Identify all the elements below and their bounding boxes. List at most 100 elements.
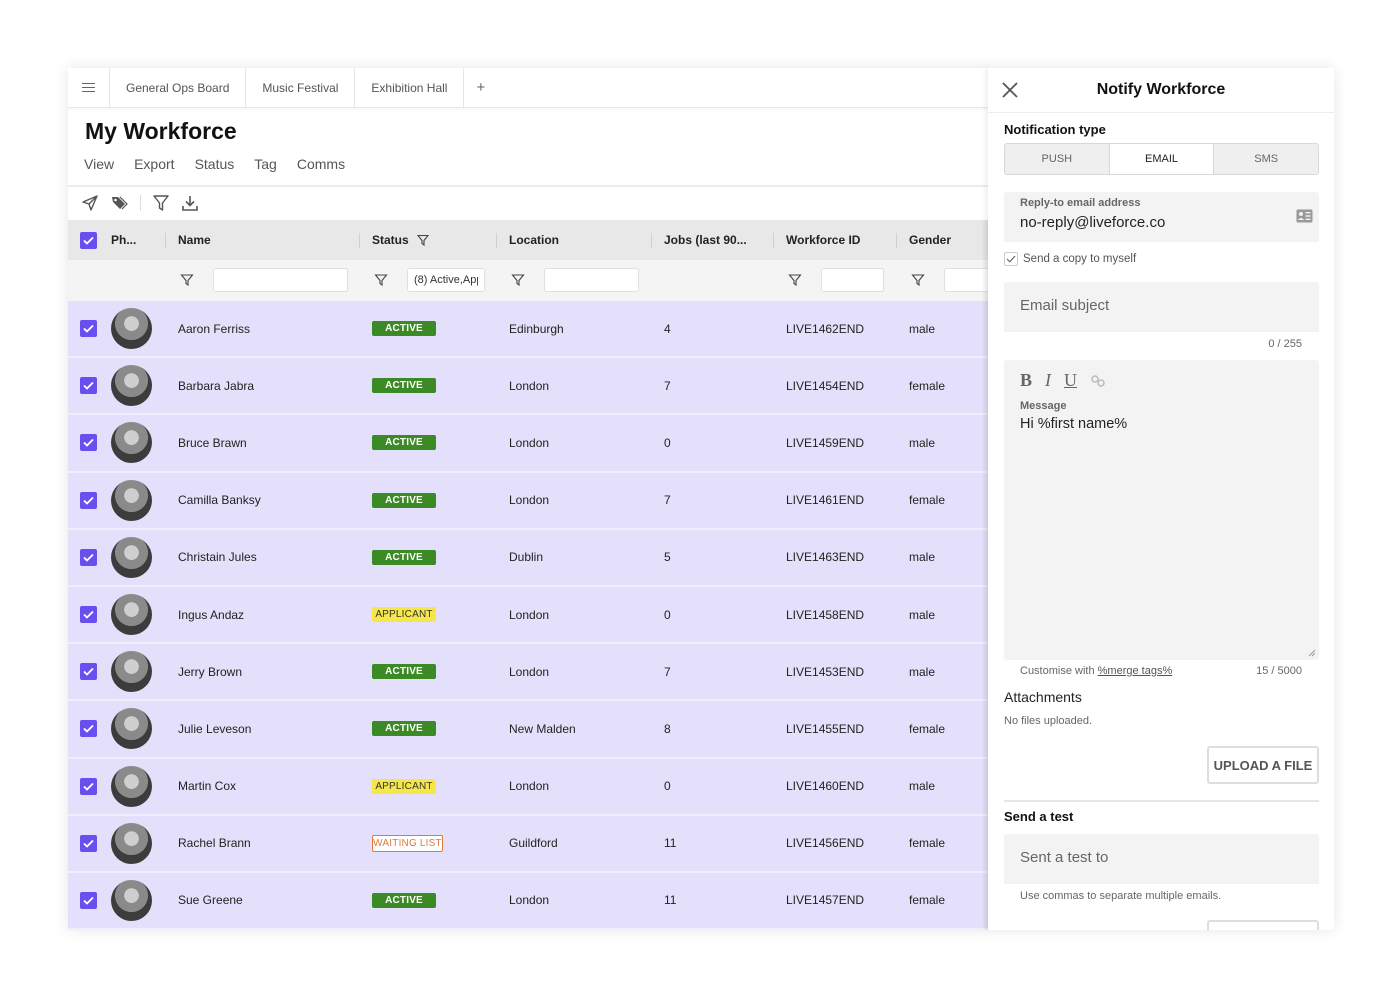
type-push-button[interactable]: PUSH	[1005, 144, 1110, 174]
message-value[interactable]: Hi %first name%	[1020, 416, 1127, 432]
name-cell[interactable]: Sue Greene	[178, 873, 243, 928]
location-filter-icon[interactable]	[511, 273, 525, 287]
status-filter-input[interactable]	[407, 268, 485, 292]
row-checkbox[interactable]	[80, 415, 97, 470]
tag-icon[interactable]	[109, 193, 129, 213]
table-row[interactable]: Bruce Brawn ACTIVE London 0 LIVE1459END male	[68, 415, 988, 473]
row-checkbox[interactable]	[80, 358, 97, 413]
name-cell[interactable]: Bruce Brawn	[178, 415, 247, 470]
tab-music-festival[interactable]: Music Festival	[246, 68, 356, 107]
type-email-button[interactable]: EMAIL	[1109, 144, 1215, 174]
menu-tag[interactable]: Tag	[254, 156, 277, 172]
avatar[interactable]	[111, 594, 152, 636]
type-sms-button[interactable]: SMS	[1214, 144, 1318, 174]
tab-exhibition-hall[interactable]: Exhibition Hall	[355, 68, 465, 107]
avatar[interactable]	[111, 879, 152, 921]
message-editor[interactable]: B I U Message Hi %first name%	[1004, 360, 1319, 660]
avatar[interactable]	[111, 422, 152, 464]
col-header-photo[interactable]: Ph...	[111, 220, 136, 260]
merge-tags-link[interactable]: %merge tags%	[1098, 665, 1173, 677]
row-checkbox[interactable]	[80, 301, 97, 356]
table-row[interactable]: Ingus Andaz APPLICANT London 0 LIVE1458END ma…	[68, 586, 988, 645]
avatar[interactable]	[111, 708, 152, 750]
avatar[interactable]	[111, 651, 152, 693]
workforce-id-cell: LIVE1461END	[786, 493, 865, 508]
row-checkbox[interactable]	[80, 644, 97, 699]
avatar[interactable]	[111, 822, 152, 864]
avatar[interactable]	[111, 365, 152, 407]
avatar[interactable]	[111, 308, 152, 350]
name-cell[interactable]: Julie Leveson	[178, 701, 251, 756]
menu-view[interactable]: View	[84, 156, 114, 172]
link-icon[interactable]	[1090, 374, 1106, 388]
name-cell[interactable]: Jerry Brown	[178, 644, 242, 699]
send-test-input[interactable]: Sent a test to	[1004, 834, 1319, 884]
menu-comms[interactable]: Comms	[297, 156, 345, 172]
select-all-checkbox[interactable]	[80, 220, 97, 260]
resize-handle-icon[interactable]	[1308, 649, 1316, 657]
avatar[interactable]	[111, 536, 152, 578]
upload-file-button[interactable]: UPLOAD A FILE	[1207, 746, 1319, 784]
row-checkbox[interactable]	[80, 473, 97, 528]
menu-export[interactable]: Export	[134, 156, 174, 172]
col-header-status[interactable]: Status	[372, 220, 429, 260]
avatar[interactable]	[111, 479, 152, 521]
send-test-button[interactable]	[1207, 920, 1319, 930]
menu-status[interactable]: Status	[195, 156, 235, 172]
name-cell[interactable]: Christain Jules	[178, 530, 257, 585]
row-checkbox[interactable]	[80, 873, 97, 928]
name-cell[interactable]: Martin Cox	[178, 759, 236, 814]
workforce-id-filter-input[interactable]	[821, 268, 884, 292]
table-row[interactable]: Sue Greene ACTIVE London 11 LIVE1457END femal…	[68, 872, 988, 930]
workforce-id-cell: LIVE1456END	[786, 836, 865, 851]
table-row[interactable]: Camilla Banksy ACTIVE London 7 LIVE1461END fe…	[68, 472, 988, 530]
send-test-hint: Use commas to separate multiple emails.	[1020, 890, 1222, 902]
location-filter-input[interactable]	[544, 268, 639, 292]
workforce-id-filter-icon[interactable]	[788, 273, 802, 287]
table-row[interactable]: Aaron Ferriss ACTIVE Edinburgh 4 LIVE1462END…	[68, 301, 988, 359]
italic-button[interactable]: I	[1045, 370, 1051, 391]
location-cell: London	[509, 493, 550, 508]
row-checkbox[interactable]	[80, 530, 97, 585]
row-checkbox[interactable]	[80, 759, 97, 814]
col-header-jobs[interactable]: Jobs (last 90...	[664, 220, 747, 260]
col-header-gender[interactable]: Gender	[909, 220, 951, 260]
gender-cell: male	[909, 779, 936, 794]
table-row[interactable]: Jerry Brown ACTIVE London 7 LIVE1453END male	[68, 644, 988, 702]
send-icon[interactable]	[80, 193, 100, 213]
menu-button[interactable]	[68, 68, 110, 107]
col-separator	[651, 233, 652, 248]
table-row[interactable]: Rachel Brann WAITING LIST Guildford 11 LIVE1…	[68, 815, 988, 873]
tab-general-ops-board[interactable]: General Ops Board	[110, 68, 247, 107]
status-filter-icon[interactable]	[374, 273, 388, 287]
underline-button[interactable]: U	[1064, 370, 1077, 391]
send-copy-checkbox[interactable]: Send a copy to myself	[1004, 252, 1136, 266]
col-header-location[interactable]: Location	[509, 220, 559, 260]
reply-to-value[interactable]: no-reply@liveforce.co	[1020, 214, 1165, 231]
col-header-workforce-id[interactable]: Workforce ID	[786, 220, 860, 260]
name-cell[interactable]: Ingus Andaz	[178, 587, 244, 642]
col-header-name[interactable]: Name	[178, 220, 211, 260]
bold-button[interactable]: B	[1020, 370, 1032, 391]
table-row[interactable]: Martin Cox APPLICANT London 0 LIVE1460END mal…	[68, 758, 988, 816]
name-cell[interactable]: Rachel Brann	[178, 816, 251, 871]
name-filter-icon[interactable]	[180, 273, 194, 287]
email-subject-input[interactable]: Email subject	[1004, 282, 1319, 332]
row-checkbox[interactable]	[80, 701, 97, 756]
name-cell[interactable]: Barbara Jabra	[178, 358, 254, 413]
table-row[interactable]: Christain Jules ACTIVE Dublin 5 LIVE1463END m…	[68, 529, 988, 587]
table-row[interactable]: Barbara Jabra ACTIVE London 7 LIVE1454END fem…	[68, 358, 988, 416]
name-cell[interactable]: Aaron Ferriss	[178, 301, 250, 356]
download-icon[interactable]	[180, 193, 200, 213]
row-checkbox[interactable]	[80, 587, 97, 642]
filter-icon[interactable]	[151, 193, 171, 213]
add-tab-button[interactable]: +	[464, 68, 497, 107]
name-cell[interactable]: Camilla Banksy	[178, 473, 261, 528]
reply-to-field[interactable]: Reply-to email address no-reply@liveforc…	[1004, 192, 1319, 242]
avatar[interactable]	[111, 765, 152, 807]
gender-filter-icon[interactable]	[911, 273, 925, 287]
table-row[interactable]: Julie Leveson ACTIVE New Malden 8 LIVE1455EN…	[68, 701, 988, 759]
name-filter-input[interactable]	[213, 268, 348, 292]
row-checkbox[interactable]	[80, 816, 97, 871]
contact-card-icon[interactable]	[1296, 209, 1313, 223]
